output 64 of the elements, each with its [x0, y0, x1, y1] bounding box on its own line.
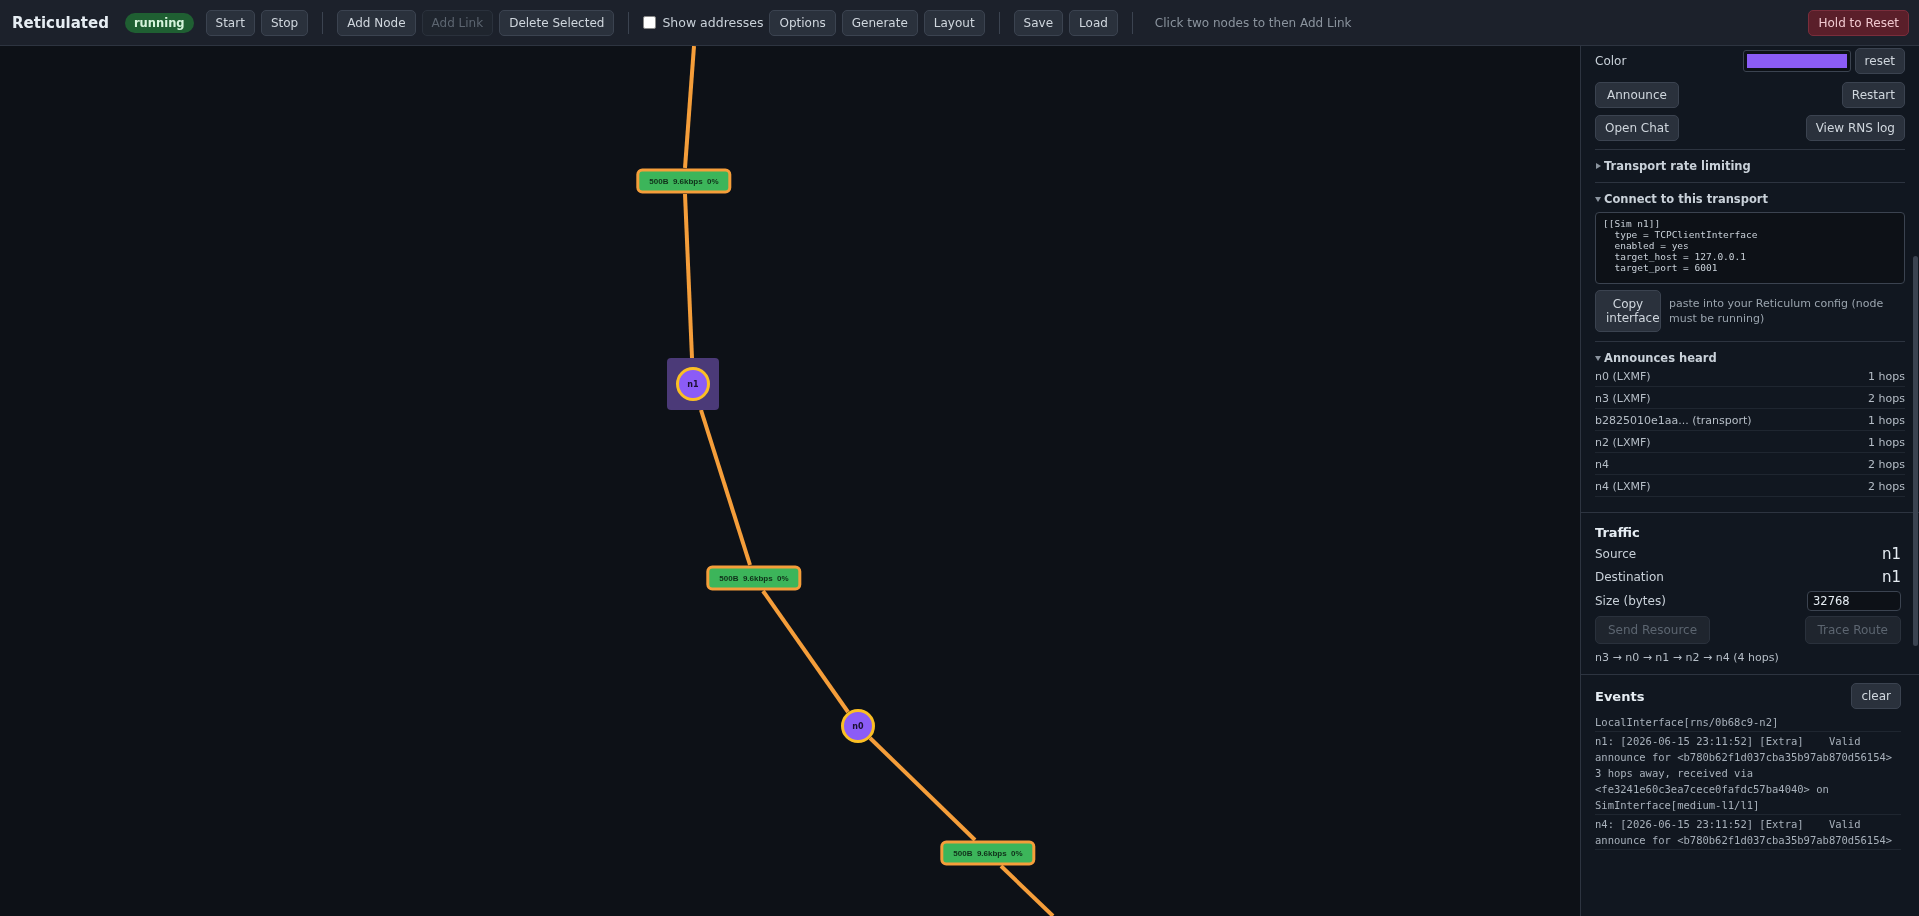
announce-hops: 2 hops	[1868, 458, 1905, 471]
announce-name: n4 (LXMF)	[1595, 480, 1651, 493]
status-badge: running	[124, 12, 194, 33]
toolbar-button[interactable]: Options	[769, 9, 836, 36]
link-line[interactable]	[683, 46, 696, 169]
announce-name: n4	[1595, 458, 1609, 471]
link-line[interactable]	[699, 409, 752, 566]
source-label: Source	[1595, 547, 1637, 561]
link-line[interactable]	[999, 864, 1055, 916]
link-label[interactable]: 500B 9.6kbps 0%	[706, 565, 802, 591]
copy-interface-button[interactable]: Copy interface	[1595, 290, 1661, 332]
toolbar-button[interactable]: Generate	[841, 9, 918, 36]
announce-name: n2 (LXMF)	[1595, 436, 1651, 449]
color-field[interactable]	[1742, 50, 1851, 72]
network-node[interactable]: n0	[841, 709, 875, 743]
announce-hops: 2 hops	[1868, 480, 1905, 493]
toolbar-button[interactable]: Start	[205, 9, 255, 36]
announce-hops: 1 hops	[1868, 436, 1905, 449]
toolbar-button[interactable]: Save	[1013, 9, 1064, 36]
destination-label: Destination	[1595, 570, 1664, 584]
destination-value: n1	[1881, 568, 1901, 586]
checkbox-label: Show addresses	[662, 15, 764, 30]
announce-hops: 2 hops	[1868, 392, 1905, 405]
color-label: Color	[1595, 54, 1628, 68]
size-label: Size (bytes)	[1595, 594, 1666, 608]
copy-note: paste into your Reticulum config (node must be running)	[1669, 296, 1885, 326]
link-label[interactable]: 500B 9.6kbps 0%	[940, 840, 1036, 866]
hold-to-reset-button[interactable]: Hold to Reset	[1808, 9, 1909, 36]
config-textarea[interactable]: [[Sim n1]] type = TCPClientInterface enabled = yes target_host = 127.0.0.1 target_port = 6001	[1595, 212, 1905, 284]
toolbar-button[interactable]: Layout	[923, 9, 985, 36]
announce-name: n3 (LXMF)	[1595, 392, 1651, 405]
toolbar-button[interactable]: Delete Selected	[499, 9, 615, 36]
announce-hops: 1 hops	[1868, 414, 1905, 427]
hint-text: Click two nodes to then Add Link	[1154, 15, 1352, 30]
section-header[interactable]: Transport rate limiting	[1604, 159, 1751, 173]
app-title: Reticulated	[12, 13, 109, 32]
link-label[interactable]: 500B 9.6kbps 0%	[636, 168, 732, 194]
size-input[interactable]: 32768	[1807, 591, 1901, 611]
clear-button[interactable]: clear	[1851, 683, 1901, 709]
action-button[interactable]: Restart	[1841, 82, 1905, 108]
toolbar-button[interactable]: Load	[1069, 9, 1118, 36]
traffic-heading: Traffic	[1595, 525, 1641, 540]
event-entry: LocalInterface[rns/0b68c9-n2]	[1595, 713, 1901, 732]
announce-name: b2825010e1aa... (transport)	[1595, 414, 1752, 427]
section-header[interactable]: Announces heard	[1604, 351, 1717, 365]
toolbar-button[interactable]: Stop	[260, 9, 309, 36]
link-line[interactable]	[761, 589, 850, 714]
toolbar-button[interactable]: Add Node	[337, 9, 416, 36]
link-line[interactable]	[683, 193, 694, 359]
show-addresses-checkbox[interactable]: Show addresses	[643, 15, 764, 30]
action-button[interactable]: View RNS log	[1805, 115, 1905, 141]
announce-hops: 1 hops	[1868, 370, 1905, 383]
events-heading: Events	[1595, 688, 1645, 704]
checkbox[interactable]	[643, 16, 657, 29]
event-entry: n4: [2026-06-15 23:11:52] [Extra] Valid announce for <b780b62f1d037cba35b97ab870d56154>	[1595, 815, 1901, 850]
link-line[interactable]	[868, 736, 977, 842]
route-text: n3 → n0 → n1 → n2 → n4 (4 hops)	[1595, 651, 1780, 664]
action-button[interactable]: Announce	[1595, 82, 1679, 108]
section-header[interactable]: Connect to this transport	[1604, 192, 1768, 206]
action-button[interactable]: Open Chat	[1595, 115, 1679, 141]
announce-name: n0 (LXMF)	[1595, 370, 1651, 383]
scrollbar-thumb[interactable]	[1913, 256, 1918, 646]
reset-button[interactable]: reset	[1854, 48, 1905, 74]
source-value: n1	[1881, 545, 1901, 563]
